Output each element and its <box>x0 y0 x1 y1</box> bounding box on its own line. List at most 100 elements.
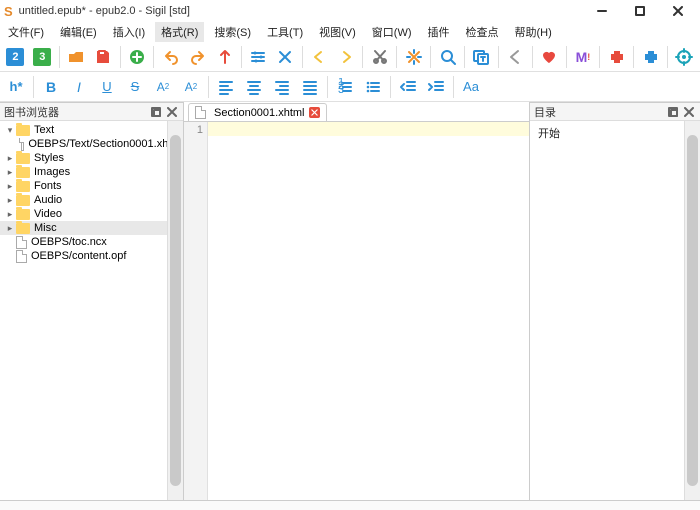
subscript-icon[interactable]: A2 <box>150 74 176 100</box>
toolbar-row-2: h* B I U S A2 A2 123 Aa <box>0 72 700 102</box>
tree-label: OEBPS/toc.ncx <box>31 236 107 248</box>
menu-格式[interactable]: 格式(R) <box>155 22 204 42</box>
book-browser-title: 图书浏览器 <box>4 104 59 120</box>
align-left-icon[interactable] <box>213 74 239 100</box>
list-ordered-icon[interactable]: 123 <box>332 74 358 100</box>
file-icon <box>16 236 27 249</box>
forward-icon[interactable] <box>334 44 359 70</box>
editor-content[interactable] <box>208 122 529 500</box>
tree-label: Audio <box>34 194 62 206</box>
file-icon <box>195 106 206 119</box>
panel-float-icon[interactable] <box>149 105 163 119</box>
open-icon[interactable] <box>64 44 89 70</box>
line-gutter: 1 <box>184 122 208 500</box>
scrollbar-vertical[interactable] <box>684 121 700 500</box>
plugin3-icon[interactable] <box>672 44 697 70</box>
folder-fonts[interactable]: ▸Fonts <box>0 179 183 193</box>
folder-video[interactable]: ▸Video <box>0 207 183 221</box>
align-center-icon[interactable] <box>241 74 267 100</box>
back-icon[interactable] <box>307 44 332 70</box>
menu-视图[interactable]: 视图(V) <box>313 22 362 42</box>
indent-icon[interactable] <box>423 74 449 100</box>
folder-text[interactable]: ▾Text <box>0 123 183 137</box>
editor-tab[interactable]: Section0001.xhtml <box>188 103 327 121</box>
menu-文件[interactable]: 文件(F) <box>2 22 50 42</box>
tree-label: Fonts <box>34 180 62 192</box>
cut-icon[interactable] <box>367 44 392 70</box>
minimize-button[interactable] <box>584 1 620 21</box>
folder-icon <box>16 209 30 220</box>
add-icon[interactable] <box>124 44 149 70</box>
epub2-badge[interactable]: 2 <box>3 44 28 70</box>
file-item[interactable]: OEBPS/content.opf <box>0 249 183 263</box>
toc-header: 目录 <box>530 103 700 121</box>
folder-audio[interactable]: ▸Audio <box>0 193 183 207</box>
heart-icon[interactable] <box>537 44 562 70</box>
maximize-button[interactable] <box>622 1 658 21</box>
file-item[interactable]: OEBPS/toc.ncx <box>0 235 183 249</box>
search-icon[interactable] <box>435 44 460 70</box>
align-right-icon[interactable] <box>269 74 295 100</box>
merge-icon[interactable] <box>273 44 298 70</box>
outdent-icon[interactable] <box>395 74 421 100</box>
file-tree[interactable]: ▾TextOEBPS/Text/Section0001.xhtml▸Styles… <box>0 121 183 500</box>
plugin2-icon[interactable] <box>638 44 663 70</box>
splitter[interactable] <box>0 500 700 510</box>
menu-检查点[interactable]: 检查点 <box>460 22 505 42</box>
tree-label: Images <box>34 166 70 178</box>
code-editor[interactable]: 1 <box>184 122 529 500</box>
superscript-icon[interactable]: A2 <box>178 74 204 100</box>
menu-插件[interactable]: 插件 <box>422 22 456 42</box>
underline-icon[interactable]: U <box>94 74 120 100</box>
folder-misc[interactable]: ▸Misc <box>0 221 183 235</box>
align-justify-icon[interactable] <box>297 74 323 100</box>
toc-panel: 目录 开始 <box>530 102 700 500</box>
undo-icon[interactable] <box>158 44 183 70</box>
plugin1-icon[interactable] <box>604 44 629 70</box>
menu-搜索[interactable]: 搜索(S) <box>208 22 257 42</box>
book-browser-panel: 图书浏览器 ▾TextOEBPS/Text/Section0001.xhtml▸… <box>0 102 184 500</box>
folder-images[interactable]: ▸Images <box>0 165 183 179</box>
panel-float-icon[interactable] <box>666 105 680 119</box>
body: 图书浏览器 ▾TextOEBPS/Text/Section0001.xhtml▸… <box>0 102 700 500</box>
translate-icon[interactable] <box>469 44 494 70</box>
case-icon[interactable]: Aa <box>458 74 484 100</box>
toc-tree[interactable]: 开始 <box>530 121 700 500</box>
arrow-left-icon[interactable] <box>503 44 528 70</box>
toc-item[interactable]: 开始 <box>538 128 560 140</box>
toolbar-row-1: 2 3 M! <box>0 42 700 72</box>
italic-icon[interactable]: I <box>66 74 92 100</box>
save-icon[interactable] <box>91 44 116 70</box>
epub3-badge[interactable]: 3 <box>30 44 55 70</box>
menu-工具[interactable]: 工具(T) <box>261 22 309 42</box>
settings-icon[interactable] <box>246 44 271 70</box>
scrollbar-vertical[interactable] <box>167 121 183 500</box>
folder-styles[interactable]: ▸Styles <box>0 151 183 165</box>
cleanup-icon[interactable] <box>401 44 426 70</box>
file-icon <box>21 138 24 151</box>
svg-text:3: 3 <box>338 84 344 96</box>
m-icon[interactable]: M! <box>570 44 595 70</box>
list-unordered-icon[interactable] <box>360 74 386 100</box>
tree-label: Styles <box>34 152 64 164</box>
tab-close-icon[interactable] <box>309 107 320 118</box>
app-logo: S <box>4 4 13 19</box>
split-up-icon[interactable] <box>212 44 237 70</box>
panel-close-icon[interactable] <box>165 105 179 119</box>
redo-icon[interactable] <box>185 44 210 70</box>
tree-label: OEBPS/Text/Section0001.xhtml <box>28 138 183 150</box>
menu-插入[interactable]: 插入(I) <box>107 22 151 42</box>
menu-帮助[interactable]: 帮助(H) <box>509 22 558 42</box>
bold-icon[interactable]: B <box>38 74 64 100</box>
strike-icon[interactable]: S <box>122 74 148 100</box>
folder-icon <box>16 167 30 178</box>
panel-close-icon[interactable] <box>682 105 696 119</box>
close-button[interactable] <box>660 1 696 21</box>
folder-icon <box>16 181 30 192</box>
window-controls <box>584 1 696 21</box>
file-icon <box>16 250 27 263</box>
menu-窗口[interactable]: 窗口(W) <box>366 22 418 42</box>
menu-编辑[interactable]: 编辑(E) <box>54 22 103 42</box>
heading-star[interactable]: h* <box>3 74 29 100</box>
file-item[interactable]: OEBPS/Text/Section0001.xhtml <box>0 137 183 151</box>
